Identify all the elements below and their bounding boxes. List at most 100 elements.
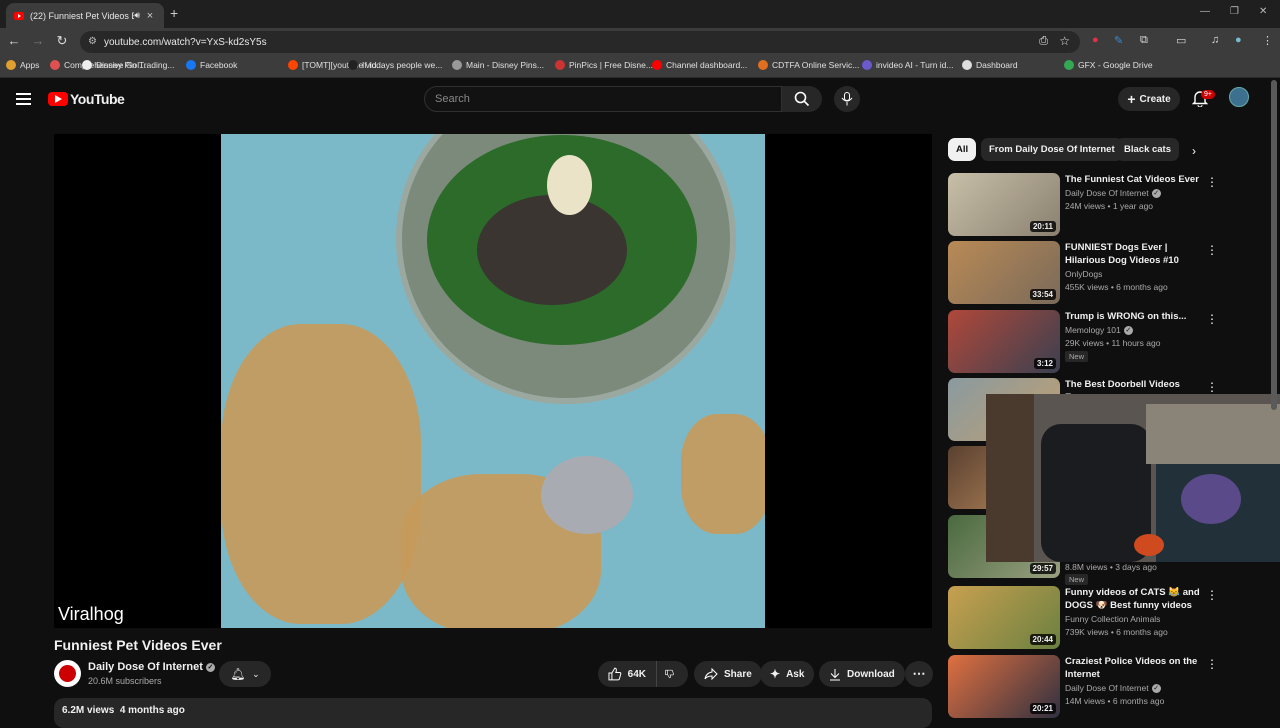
microphone-icon [841, 92, 853, 106]
verified-icon: ✓ [1151, 684, 1161, 694]
bookmark-label: Main - Disney Pins... [466, 60, 544, 70]
voice-search-button[interactable] [834, 86, 860, 112]
browser-menu-icon[interactable]: ⋮ [1262, 34, 1273, 47]
recommendation-title[interactable]: FUNNIEST Dogs Ever | Hilarious Dog Video… [1065, 241, 1202, 267]
bookmark-label: If todays people we... [362, 60, 443, 70]
recommendation-item[interactable]: 20:11 The Funniest Cat Videos Ever ⋮ Daily … [948, 173, 1218, 237]
bookmark-label: invideo AI - Turn id... [876, 60, 954, 70]
like-button[interactable]: 64K [598, 661, 656, 687]
chip-black-cats[interactable]: Black cats [1116, 138, 1180, 161]
search-input[interactable]: Search [424, 86, 782, 112]
more-vertical-icon[interactable]: ⋮ [1206, 657, 1218, 671]
channel-text: Daily Dose Of Internet [1065, 683, 1149, 693]
recommendation-channel[interactable]: Daily Dose Of Internet ✓ [1065, 188, 1161, 199]
close-tab-icon[interactable]: × [144, 10, 156, 22]
close-window-icon[interactable]: ✕ [1259, 6, 1267, 17]
recommendation-channel[interactable]: Memology 101 ✓ [1065, 325, 1133, 336]
recommendation-thumbnail[interactable]: 20:44 [948, 586, 1060, 649]
bookmark-0[interactable]: Apps [6, 60, 39, 70]
extensions-puzzle-icon[interactable]: ⧉ [1140, 34, 1148, 47]
subscriber-count: 20.6M subscribers [88, 676, 162, 686]
recommendation-thumbnail[interactable]: 20:11 [948, 173, 1060, 236]
install-app-icon[interactable]: ⎙ [1039, 35, 1048, 48]
more-vertical-icon[interactable]: ⋮ [1206, 312, 1218, 326]
bookmark-11[interactable]: Dashboard [962, 60, 1018, 70]
page-scrollbar[interactable] [1271, 80, 1277, 410]
recommendation-meta: 14M views • 6 months ago [1065, 696, 1165, 706]
recommendation-title[interactable]: Funny videos of CATS 😹 and DOGS 🐶 Best f… [1065, 586, 1202, 613]
address-bar[interactable]: ⚙︎ youtube.com/watch?v=YxS-kd2sY5s ⎙ ☆ [80, 31, 1080, 53]
share-label: Share [724, 668, 752, 680]
bookmark-2[interactable]: Disney Pin Trading... [82, 60, 174, 70]
search-icon [794, 91, 810, 107]
description-box[interactable]: 6.2M views 4 months ago [54, 698, 932, 728]
bookmark-6[interactable]: Main - Disney Pins... [452, 60, 544, 70]
recommendation-thumbnail[interactable]: 3:12 [948, 310, 1060, 373]
restore-icon[interactable]: ❐ [1230, 6, 1239, 17]
subscription-bell-button[interactable]: 🔔︎ ⌄ [219, 661, 271, 687]
bookmark-7[interactable]: PinPics | Free Disne... [555, 60, 653, 70]
search-button[interactable] [782, 86, 822, 112]
forward-icon[interactable]: → [30, 33, 46, 48]
recommendation-item[interactable]: 20:21 Craziest Police Videos on the Inter… [948, 655, 1218, 719]
bookmark-9[interactable]: CDTFA Online Servic... [758, 60, 859, 70]
bookmark-star-icon[interactable]: ☆ [1059, 34, 1070, 48]
bookmark-12[interactable]: GFX - Google Drive [1064, 60, 1153, 70]
bookmark-10[interactable]: invideo AI - Turn id... [862, 60, 953, 70]
dislike-button[interactable] [656, 661, 688, 687]
youtube-logo-icon[interactable] [48, 92, 68, 106]
more-vertical-icon[interactable]: ⋮ [1206, 588, 1218, 602]
video-frame[interactable] [221, 134, 765, 628]
youtube-logo-text[interactable]: YouTube [70, 91, 125, 107]
video-player[interactable]: Viralhog [54, 134, 932, 628]
bookmark-3[interactable]: Facebook [186, 60, 237, 70]
download-button[interactable]: Download [819, 661, 905, 687]
new-tab-button[interactable]: + [170, 5, 178, 21]
more-vertical-icon[interactable]: ⋮ [1206, 175, 1218, 189]
recommendation-title[interactable]: Craziest Police Videos on the Internet [1065, 655, 1202, 681]
share-button[interactable]: Share [694, 661, 762, 687]
recommendation-title[interactable]: Trump is WRONG on this... [1065, 310, 1202, 323]
recommendation-title[interactable]: The Funniest Cat Videos Ever [1065, 173, 1202, 186]
back-icon[interactable]: ← [6, 33, 22, 48]
bookmark-label: GFX - Google Drive [1078, 60, 1153, 70]
reload-icon[interactable]: ↻ [54, 33, 70, 49]
more-vertical-icon[interactable]: ⋮ [1206, 380, 1218, 394]
duration-badge: 20:44 [1029, 634, 1056, 645]
recommendation-thumbnail[interactable]: 33:54 [948, 241, 1060, 304]
media-controls-icon[interactable]: ♫ [1211, 34, 1219, 46]
more-vertical-icon[interactable]: ⋮ [1206, 243, 1218, 257]
create-button[interactable]: + Create [1118, 87, 1180, 111]
site-info-icon[interactable]: ⚙︎ [88, 36, 97, 47]
more-actions-button[interactable]: ⋯ [905, 661, 933, 687]
tab-search-icon[interactable]: ▭ [1176, 34, 1186, 47]
recommendation-item[interactable]: 33:54 FUNNIEST Dogs Ever | Hilarious Dog … [948, 241, 1218, 305]
channel-avatar[interactable] [54, 660, 81, 687]
bookmark-favicon-icon [652, 60, 662, 70]
recommendation-thumbnail[interactable]: 20:21 [948, 655, 1060, 718]
extension-red-icon[interactable]: ● [1092, 34, 1099, 46]
extension-blue-icon[interactable]: ✎ [1114, 34, 1123, 47]
chip-all[interactable]: All [948, 138, 977, 161]
minimize-icon[interactable]: — [1200, 6, 1210, 17]
speaker-icon[interactable]: 🔊︎ [134, 10, 140, 21]
recommendation-channel[interactable]: OnlyDogs [1065, 269, 1102, 279]
browser-tab-active[interactable]: (22) Funniest Pet Videos Ev 🔊︎ × [6, 3, 164, 28]
view-count: 6.2M views [62, 705, 115, 716]
user-avatar[interactable] [1229, 87, 1249, 107]
bookmark-5[interactable]: If todays people we... [348, 60, 442, 70]
menu-hamburger-icon[interactable] [16, 93, 31, 105]
bookmark-8[interactable]: Channel dashboard... [652, 60, 747, 70]
recommendation-channel[interactable]: Funny Collection Animals [1065, 614, 1160, 624]
recommendation-channel[interactable]: Daily Dose Of Internet ✓ [1065, 683, 1161, 694]
browser-toolbar: ← → ↻ ⚙︎ youtube.com/watch?v=YxS-kd2sY5s… [0, 28, 1280, 56]
channel-name[interactable]: Daily Dose Of Internet ✓ [88, 661, 215, 673]
bookmark-favicon-icon [862, 60, 872, 70]
chip-from-channel[interactable]: From Daily Dose Of Internet [981, 138, 1123, 161]
profile-icon[interactable]: ● [1235, 34, 1242, 46]
verified-icon: ✓ [205, 662, 215, 672]
recommendation-item[interactable]: 20:44 Funny videos of CATS 😹 and DOGS 🐶 B… [948, 586, 1218, 650]
recommendation-item[interactable]: 3:12 Trump is WRONG on this... ⋮ Memology 1… [948, 310, 1218, 374]
chevron-right-icon[interactable]: › [1192, 144, 1196, 158]
ask-button[interactable]: ✦ Ask [760, 661, 815, 687]
